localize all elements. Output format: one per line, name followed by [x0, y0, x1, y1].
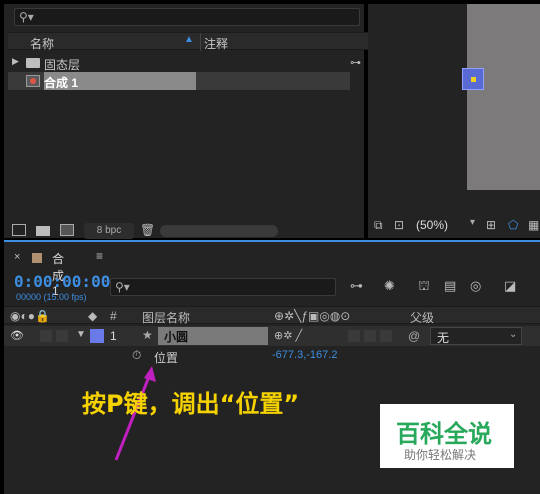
- monitor-icon[interactable]: ⊡: [394, 218, 404, 232]
- parent-value: 无: [437, 331, 450, 345]
- composition-canvas[interactable]: [467, 4, 540, 190]
- property-row[interactable]: ⏱ 位置 -677.3,-167.2: [4, 346, 540, 366]
- project-footer: 8 bpc 🗑: [8, 222, 368, 242]
- column-name-header[interactable]: 名称: [30, 35, 54, 52]
- layer-switches-icons[interactable]: ⊕✲ ╱: [274, 329, 302, 342]
- interpret-footage-icon[interactable]: [12, 224, 26, 236]
- eye-column-icon: ◉◐●🔒: [10, 309, 50, 323]
- column-comment-header[interactable]: 注释: [204, 35, 228, 52]
- layer-number: 1: [110, 329, 117, 343]
- project-item-label: 合成 1: [44, 76, 79, 90]
- flowchart-icon[interactable]: ⊶: [350, 56, 361, 69]
- parent-pickwhip-icon[interactable]: @: [408, 329, 420, 343]
- timeline-column-header: ◉◐●🔒 ◆ # 图层名称 ⊕✲╲ƒ▣◎◍⊙ 父级: [4, 306, 540, 326]
- layer-switch[interactable]: [348, 330, 360, 342]
- composition-icon: [26, 75, 40, 87]
- label-column-icon: ◆: [88, 309, 98, 323]
- grid-icon[interactable]: ⊞: [486, 218, 496, 232]
- parent-select[interactable]: 无 ⌄: [430, 327, 522, 345]
- layer-name-header[interactable]: 图层名称: [142, 309, 190, 326]
- project-panel: ⚲▾ 名称 ▲ 注释 ▶ 固态层 合成 1 ⊶ 8 bpc 🗑: [4, 4, 368, 239]
- expand-triangle-icon[interactable]: ▶: [12, 56, 19, 67]
- transparency-grid-icon[interactable]: ▦: [528, 218, 539, 232]
- frame-blending-icon[interactable]: ▤: [444, 278, 456, 294]
- solo-switch[interactable]: [40, 330, 52, 342]
- annotation-text: 按P键，调出“位置”: [82, 390, 300, 418]
- hide-shy-layers-icon[interactable]: ⛫: [418, 278, 430, 296]
- project-search-input[interactable]: ⚲▾: [14, 8, 360, 26]
- frame-rate-label: 00000 (15.00 fps): [16, 292, 87, 302]
- sort-ascending-icon[interactable]: ▲: [184, 34, 194, 45]
- watermark-subtitle: 助你轻松解决: [404, 448, 477, 462]
- comp-flowchart-icon[interactable]: ⊶: [350, 278, 363, 294]
- current-time-display[interactable]: 0:00:00:00: [14, 272, 110, 291]
- close-icon[interactable]: ×: [14, 251, 20, 263]
- watermark-logo: 百科全说 助你轻松解决: [380, 404, 514, 468]
- search-icon: ⚲▾: [19, 10, 34, 24]
- layer-number-header: #: [110, 309, 117, 323]
- layer-switch[interactable]: [364, 330, 376, 342]
- motion-blur-icon[interactable]: ◎: [470, 278, 481, 294]
- eye-icon[interactable]: 👁: [10, 329, 24, 342]
- draft-3d-icon[interactable]: ✺: [384, 278, 395, 294]
- expand-triangle-icon[interactable]: ▼: [76, 329, 86, 340]
- chevron-down-icon[interactable]: ▾: [470, 217, 475, 228]
- lock-switch[interactable]: [56, 330, 68, 342]
- watermark-title: 百科全说: [396, 420, 492, 448]
- folder-icon: [26, 58, 40, 68]
- project-item-folder[interactable]: ▶ 固态层: [8, 54, 350, 72]
- timeline-search-input[interactable]: ⚲▾: [110, 278, 336, 296]
- project-item-label: 固态层: [44, 58, 81, 72]
- parent-header[interactable]: 父级: [410, 309, 434, 326]
- bit-depth-button[interactable]: 8 bpc: [84, 223, 134, 239]
- mask-toggle-icon[interactable]: ⬠: [508, 218, 518, 232]
- composition-swatch-icon: [32, 253, 42, 263]
- graph-editor-icon[interactable]: ◪: [504, 278, 516, 294]
- chevron-down-icon: ⌄: [509, 329, 518, 340]
- horizontal-scrollbar[interactable]: [160, 225, 278, 237]
- composition-viewer: ⧉ ⊡ (50%) ▾ ⊞ ⬠ ▦: [368, 4, 540, 238]
- project-column-header: 名称 ▲ 注释: [8, 32, 368, 52]
- project-item-composition[interactable]: 合成 1: [8, 72, 350, 90]
- viewer-footer: ⧉ ⊡ (50%) ▾ ⊞ ⬠ ▦: [368, 214, 540, 238]
- layer-name[interactable]: 小圆: [164, 328, 188, 345]
- layer-label-color[interactable]: [90, 329, 104, 343]
- shape-layer-star-icon: ★: [142, 328, 153, 342]
- column-divider[interactable]: [200, 33, 201, 51]
- new-folder-icon[interactable]: [36, 226, 50, 236]
- new-composition-icon[interactable]: [60, 224, 74, 236]
- panel-menu-icon[interactable]: ≡: [96, 249, 103, 263]
- layer-switch[interactable]: [380, 330, 392, 342]
- snapshot-icon[interactable]: ⧉: [374, 218, 383, 233]
- layer-position-handle[interactable]: [462, 68, 484, 90]
- switches-header-icons: ⊕✲╲ƒ▣◎◍⊙: [274, 309, 351, 323]
- search-icon: ⚲▾: [115, 280, 130, 294]
- layer-row[interactable]: 👁 ▼ 1 ★ 小圆 ⊕✲ ╱ @ 无 ⌄: [4, 326, 540, 346]
- zoom-level-select[interactable]: (50%): [416, 218, 448, 232]
- property-value[interactable]: -677.3,-167.2: [272, 349, 337, 361]
- trash-icon[interactable]: 🗑: [140, 223, 155, 237]
- stopwatch-icon[interactable]: ⏱: [132, 348, 141, 363]
